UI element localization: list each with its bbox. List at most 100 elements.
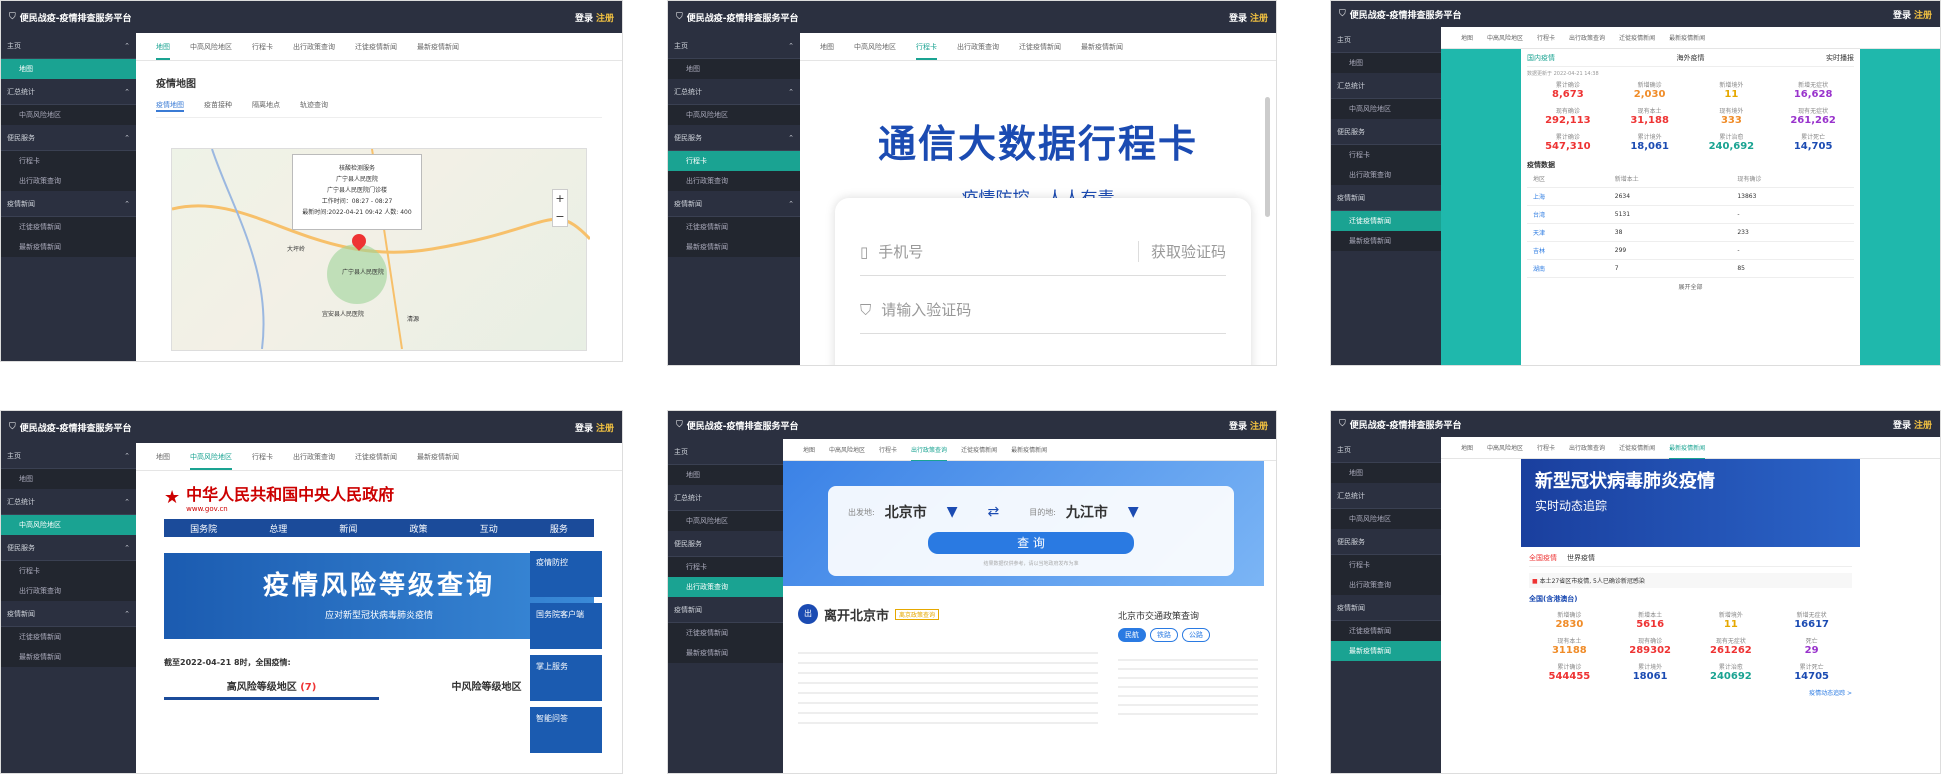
tab-risk[interactable]: 中高风险地区 [1487, 33, 1523, 42]
register-link[interactable]: 注册 [596, 14, 614, 24]
tab-trip[interactable]: 行程卡 [1537, 33, 1555, 42]
sidebar-group-news[interactable]: 疫情新闻 ⌃ [668, 191, 800, 217]
tab-map[interactable]: 地图 [156, 42, 170, 60]
tab-map[interactable]: 地图 [1461, 443, 1473, 452]
sidebar-item-risk[interactable]: 中高风险地区 [1331, 99, 1441, 119]
sidebar-item-risk[interactable]: 中高风险地区 [668, 511, 783, 531]
sidebar-item-policy[interactable]: 出行政策查询 [1331, 575, 1441, 595]
sidebar-group-news[interactable]: 疫情新闻 [1331, 185, 1441, 211]
login-link[interactable]: 登录 [1229, 422, 1247, 432]
tab-trip[interactable]: 行程卡 [879, 445, 897, 454]
query-button[interactable]: 查 询 [928, 532, 1134, 554]
tab-news2[interactable]: 最新疫情新闻 [1011, 445, 1047, 454]
sidebar-group-home[interactable]: 主页 ⌃ [668, 33, 800, 59]
tab-news2[interactable]: 最新疫情新闻 [1669, 443, 1706, 460]
sidebar-item-map[interactable]: 地图 [668, 59, 800, 79]
login-link[interactable]: 登录 [575, 424, 593, 434]
sidebar-group-news[interactable]: 疫情新闻 ⌃ [1, 601, 136, 627]
tab-risk[interactable]: 中高风险地区 [190, 42, 232, 52]
expand-link[interactable]: 展开全部 [1527, 282, 1854, 291]
tab-news1[interactable]: 迁徙疫情新闻 [1019, 42, 1061, 52]
scrollbar[interactable] [1265, 97, 1270, 217]
sidebar-item-map[interactable]: 地图 [1331, 53, 1441, 73]
sidebar-item-news2[interactable]: 最新疫情新闻 [1331, 231, 1441, 251]
sidebar-item-news1[interactable]: 迁徙疫情新闻 [1, 627, 136, 647]
sidebar-group-news[interactable]: 疫情新闻 [668, 597, 783, 623]
nav-item[interactable]: 互动 [480, 522, 498, 535]
tab-policy[interactable]: 出行政策查询 [1569, 443, 1605, 452]
sidebar-item-policy[interactable]: 出行政策查询 [1331, 165, 1441, 185]
sidebar-group-news[interactable]: 疫情新闻 ⌃ [1, 191, 136, 217]
nav-item[interactable]: 服务 [550, 522, 568, 535]
sidebar-item-policy[interactable]: 出行政策查询 [668, 577, 783, 597]
sidebar-item-trip[interactable]: 行程卡 [1331, 555, 1441, 575]
sidebar-item-trip[interactable]: 行程卡 [668, 151, 800, 171]
tab-news2[interactable]: 最新疫情新闻 [417, 452, 459, 462]
sidebar-item-map[interactable]: 地图 [1, 469, 136, 489]
sidebar-group-stats[interactable]: 汇总统计 [668, 485, 783, 511]
sidebar-item-news2[interactable]: 最新疫情新闻 [668, 643, 783, 663]
tab-policy[interactable]: 出行政策查询 [957, 42, 999, 52]
tag-air[interactable]: 民航 [1118, 628, 1146, 642]
table-row[interactable]: 台湾 5131- [1527, 205, 1854, 224]
sidebar-item-risk[interactable]: 中高风险地区 [1, 515, 136, 535]
side-box[interactable]: 掌上服务 [530, 655, 602, 701]
phone-field[interactable]: ▯ 手机号 获取验证码 [860, 228, 1226, 276]
sidebar-item-policy[interactable]: 出行政策查询 [1, 581, 136, 601]
sidebar-item-trip[interactable]: 行程卡 [668, 557, 783, 577]
sidebar-group-service[interactable]: 便民服务 ⌃ [668, 125, 800, 151]
zoom-in-icon[interactable]: + [553, 190, 567, 208]
tab-trip[interactable]: 行程卡 [916, 42, 937, 60]
subtab-vaccine[interactable]: 疫苗接种 [204, 100, 232, 112]
sidebar-item-trip[interactable]: 行程卡 [1331, 145, 1441, 165]
table-row[interactable]: 天津 38 233 [1527, 223, 1854, 242]
subtab-map[interactable]: 疫情地图 [156, 100, 184, 112]
from-select[interactable]: 北京市 ▼ [885, 502, 958, 522]
table-row[interactable]: 上海 2634 13863 [1527, 187, 1854, 206]
tab-risk[interactable]: 中高风险地区 [1487, 443, 1523, 452]
tab-world[interactable]: 世界疫情 [1567, 553, 1595, 563]
map-canvas[interactable]: 核酸检测服务 广宁县人民医院 广宁县人民医院门诊楼 工作时间：08:27 - 0… [171, 148, 590, 351]
register-link[interactable]: 注册 [1914, 421, 1932, 431]
sidebar-item-risk[interactable]: 中高风险地区 [1331, 509, 1441, 529]
register-link[interactable]: 注册 [1250, 422, 1268, 432]
sidebar-group-service[interactable]: 便民服务 [1331, 529, 1441, 555]
sidebar-item-news2[interactable]: 最新疫情新闻 [1, 647, 136, 667]
tab-overseas[interactable]: 海外疫情 [1677, 53, 1705, 63]
side-box[interactable]: 疫情防控 [530, 551, 602, 597]
tag-road[interactable]: 公路 [1182, 628, 1210, 642]
sidebar-item-map[interactable]: 地图 [1, 59, 136, 79]
tab-map[interactable]: 地图 [156, 452, 170, 462]
sidebar-group-home[interactable]: 主页 [1331, 437, 1441, 463]
more-link[interactable]: 疫情动态追踪 > [1529, 688, 1852, 697]
tab-policy[interactable]: 出行政策查询 [293, 42, 335, 52]
sidebar-item-news2[interactable]: 最新疫情新闻 [1, 237, 136, 257]
sidebar-group-home[interactable]: 主页 ⌃ [1, 33, 136, 59]
sidebar-item-map[interactable]: 地图 [668, 465, 783, 485]
nav-item[interactable]: 国务院 [190, 522, 217, 535]
swap-icon[interactable]: ⇄ [987, 504, 999, 520]
tag-rail[interactable]: 铁路 [1150, 628, 1178, 642]
sidebar-group-stats[interactable]: 汇总统计 ⌃ [1, 79, 136, 105]
side-box[interactable]: 智能问答 [530, 707, 602, 753]
tab-news2[interactable]: 最新疫情新闻 [417, 42, 459, 52]
login-link[interactable]: 登录 [1229, 14, 1247, 24]
sidebar-group-service[interactable]: 便民服务 ⌃ [1, 535, 136, 561]
table-row[interactable]: 湖南 7 85 [1527, 259, 1854, 278]
sidebar-group-home[interactable]: 主页 [668, 439, 783, 465]
login-link[interactable]: 登录 [575, 14, 593, 24]
tab-map[interactable]: 地图 [1461, 33, 1473, 42]
tab-domestic[interactable]: 国内疫情 [1527, 53, 1555, 63]
sidebar-item-news1[interactable]: 迁徙疫情新闻 [1, 217, 136, 237]
sidebar-group-service[interactable]: 便民服务 [668, 531, 783, 557]
sidebar-group-stats[interactable]: 汇总统计 ⌃ [1, 489, 136, 515]
tab-policy[interactable]: 出行政策查询 [1569, 33, 1605, 42]
tab-map[interactable]: 地图 [820, 42, 834, 52]
tab-risk[interactable]: 中高风险地区 [829, 445, 865, 454]
sidebar-item-risk[interactable]: 中高风险地区 [668, 105, 800, 125]
tab-news2[interactable]: 最新疫情新闻 [1081, 42, 1123, 52]
side-box[interactable]: 国务院客户端 [530, 603, 602, 649]
tab-trip[interactable]: 行程卡 [1537, 443, 1555, 452]
tab-risk[interactable]: 中高风险地区 [190, 452, 232, 470]
tab-risk[interactable]: 中高风险地区 [854, 42, 896, 52]
